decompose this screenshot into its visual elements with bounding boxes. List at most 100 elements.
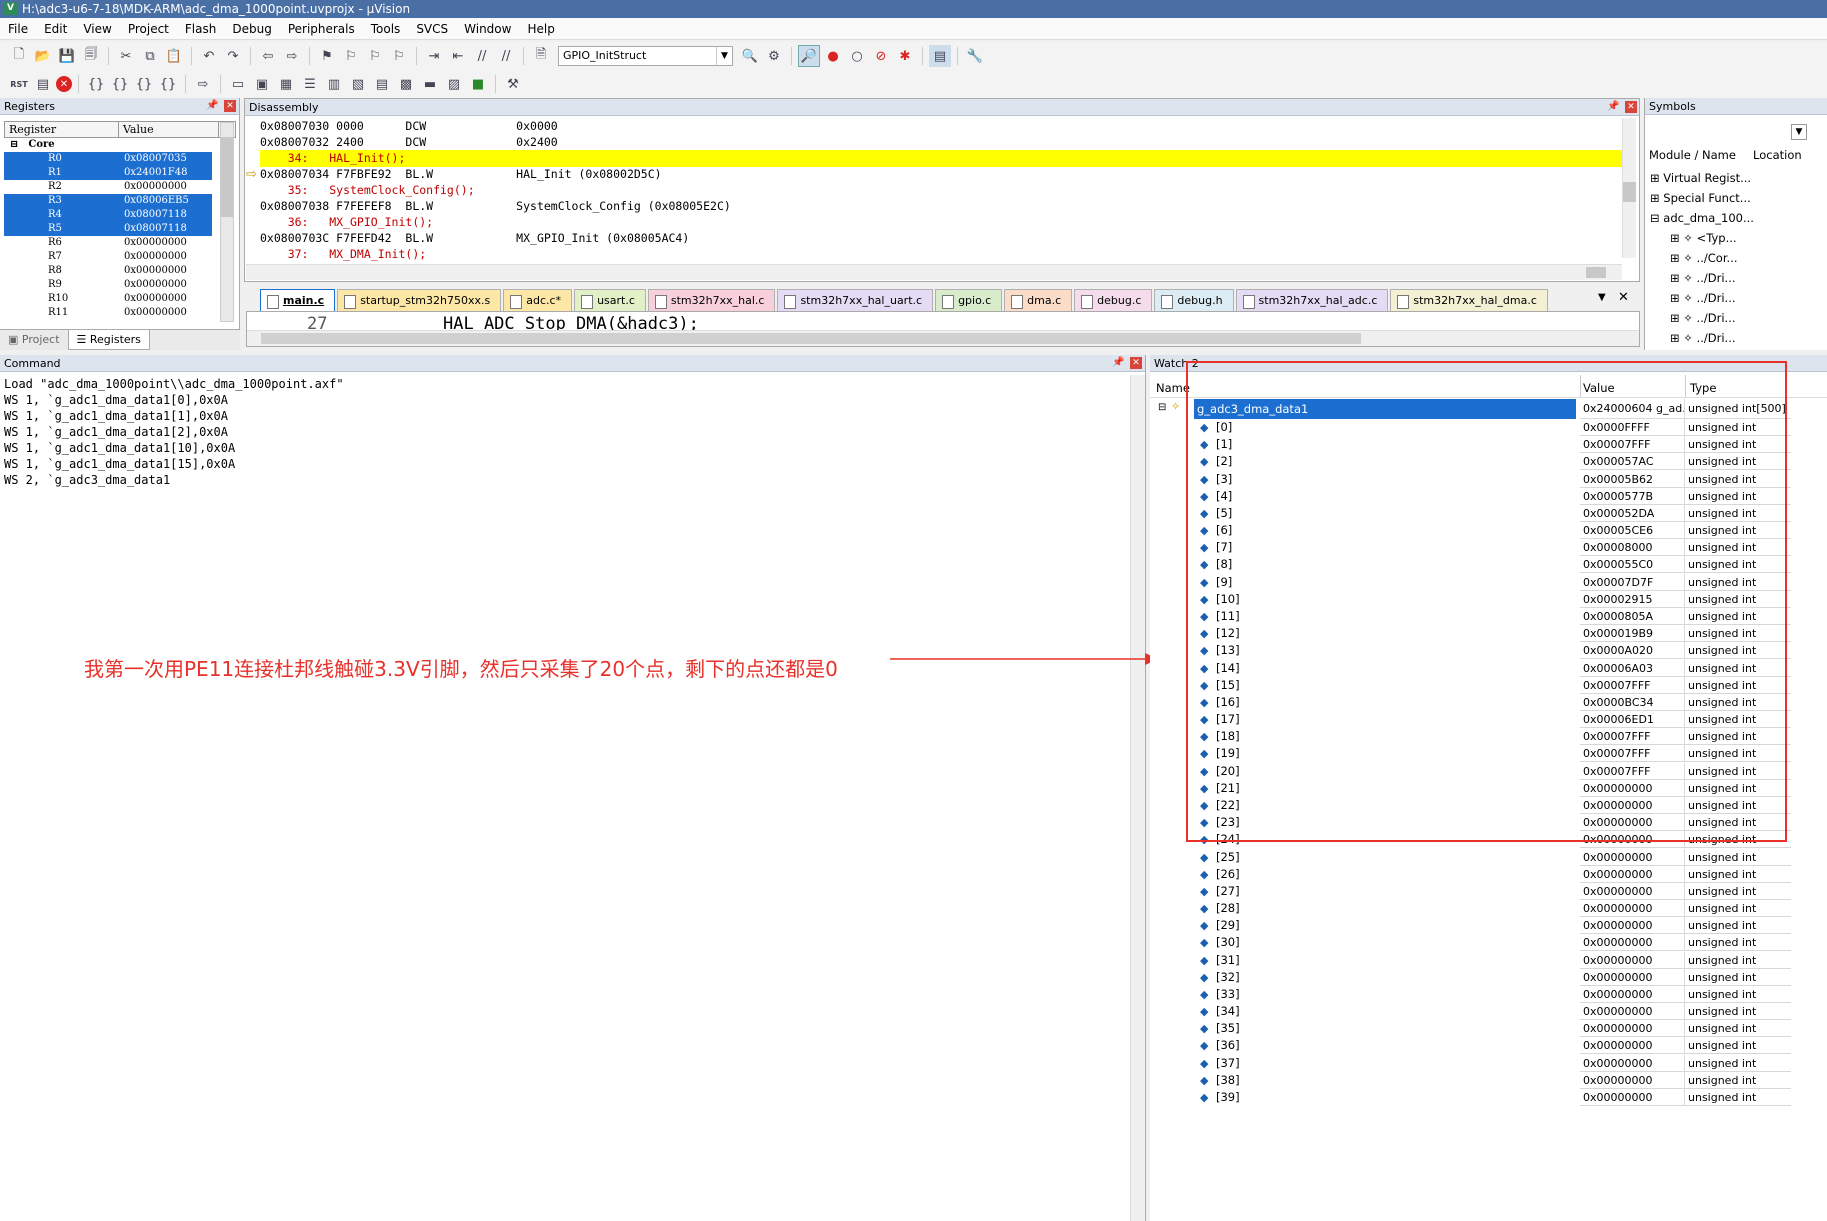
element-value[interactable]: 0x00000000 bbox=[1580, 796, 1685, 814]
watch-array-element[interactable]: ◆ [25] 0x00000000 unsigned int bbox=[1150, 848, 1791, 866]
step-over-icon[interactable]: {} bbox=[109, 73, 131, 95]
stop-icon[interactable]: ✕ bbox=[56, 76, 72, 92]
watch-array-element[interactable]: ◆ [36] 0x00000000 unsigned int bbox=[1150, 1037, 1791, 1055]
watch-window-icon[interactable]: ▧ bbox=[347, 73, 369, 95]
undo-icon[interactable]: ↶ bbox=[198, 45, 220, 67]
watch-array-element[interactable]: ◆ [6] 0x00005CE6 unsigned int bbox=[1150, 522, 1791, 540]
element-value[interactable]: 0x0000805A bbox=[1580, 607, 1685, 625]
watch-array-element[interactable]: ◆ [38] 0x00000000 unsigned int bbox=[1150, 1071, 1791, 1089]
uncomment-icon[interactable]: // bbox=[495, 45, 517, 67]
copy-icon[interactable]: ⧉ bbox=[139, 45, 161, 67]
watch-array-element[interactable]: ◆ [26] 0x00000000 unsigned int bbox=[1150, 865, 1791, 883]
register-row-r11[interactable]: R11 0x00000000 bbox=[4, 306, 236, 320]
menu-tools[interactable]: Tools bbox=[363, 22, 409, 36]
menu-project[interactable]: Project bbox=[120, 22, 177, 36]
menu-debug[interactable]: Debug bbox=[224, 22, 279, 36]
insert-breakpoint-icon[interactable]: ● bbox=[822, 45, 844, 67]
indent-icon[interactable]: ⇥ bbox=[423, 45, 445, 67]
find-combo[interactable]: GPIO_InitStruct ▼ bbox=[558, 46, 733, 66]
menu-window[interactable]: Window bbox=[456, 22, 519, 36]
symbols-window-icon[interactable]: ▦ bbox=[275, 73, 297, 95]
watch-array-element[interactable]: ◆ [7] 0x00008000 unsigned int bbox=[1150, 539, 1791, 557]
close-icon[interactable]: ✕ bbox=[1130, 357, 1142, 369]
element-value[interactable]: 0x00000000 bbox=[1580, 951, 1685, 969]
register-value[interactable]: 0x08007035 bbox=[118, 152, 212, 166]
element-value[interactable]: 0x00000000 bbox=[1580, 831, 1685, 849]
register-row-r6[interactable]: R6 0x00000000 bbox=[4, 236, 236, 250]
save-all-icon[interactable]: 🗐 bbox=[80, 45, 102, 67]
disassembly-vscrollbar[interactable] bbox=[1622, 118, 1636, 258]
register-value[interactable]: 0x00000000 bbox=[118, 264, 212, 278]
collapse-icon[interactable]: ⊟ bbox=[1158, 402, 1166, 413]
watch-array-element[interactable]: ◆ [27] 0x00000000 unsigned int bbox=[1150, 882, 1791, 900]
watch-array-element[interactable]: ◆ [19] 0x00007FFF unsigned int bbox=[1150, 745, 1791, 763]
scrollbar-thumb[interactable] bbox=[1623, 182, 1636, 202]
incremental-find-icon[interactable]: 🔍 bbox=[739, 45, 761, 67]
element-value[interactable]: 0x00007D7F bbox=[1580, 573, 1685, 591]
location-column-header[interactable]: Location bbox=[1753, 148, 1802, 162]
register-value[interactable]: 0x08007118 bbox=[118, 222, 212, 236]
register-row-r8[interactable]: R8 0x00000000 bbox=[4, 264, 236, 278]
start-debug-icon[interactable]: 🔎 bbox=[798, 45, 820, 67]
navigate-back-icon[interactable]: ⇦ bbox=[257, 45, 279, 67]
scrollbar-thumb[interactable] bbox=[261, 333, 1361, 344]
register-value[interactable]: 0x00000000 bbox=[118, 306, 212, 320]
register-row-r3[interactable]: R3 0x08006EB5 bbox=[4, 194, 236, 208]
tab-dma-c[interactable]: dma.c bbox=[1004, 289, 1073, 311]
watch-array-element[interactable]: ◆ [15] 0x00007FFF unsigned int bbox=[1150, 676, 1791, 694]
disassembly-source-line[interactable]: 35: SystemClock_Config(); bbox=[260, 182, 1620, 198]
symbol-row[interactable]: ⊞ ✧ ../Dri... bbox=[1670, 308, 1736, 328]
registers-window-icon[interactable]: ☰ bbox=[299, 73, 321, 95]
element-value[interactable]: 0x00000000 bbox=[1580, 1037, 1685, 1055]
configure-icon[interactable]: 🔧 bbox=[964, 45, 986, 67]
analysis-window-icon[interactable]: ▬ bbox=[419, 73, 441, 95]
register-row-r1[interactable]: R1 0x24001F48 bbox=[4, 166, 236, 180]
next-bookmark-icon[interactable]: ⚐ bbox=[364, 45, 386, 67]
watch-array-element[interactable]: ◆ [9] 0x00007D7F unsigned int bbox=[1150, 573, 1791, 591]
watch-array-element[interactable]: ◆ [10] 0x00002915 unsigned int bbox=[1150, 590, 1791, 608]
close-icon[interactable]: ✕ bbox=[1625, 101, 1637, 113]
trace-window-icon[interactable]: ▨ bbox=[443, 73, 465, 95]
editor-panel[interactable]: 27 HAL_ADC_Stop_DMA(&hadc3); bbox=[246, 311, 1640, 347]
menu-edit[interactable]: Edit bbox=[36, 22, 75, 36]
collapse-icon[interactable]: ⊟ bbox=[4, 138, 18, 152]
watch-array-element[interactable]: ◆ [5] 0x000052DA unsigned int bbox=[1150, 504, 1791, 522]
prev-bookmark-icon[interactable]: ⚐ bbox=[340, 45, 362, 67]
disassembly-line[interactable]: 0x08007038 F7FEFEF8 BL.W SystemClock_Con… bbox=[260, 198, 1620, 214]
register-value[interactable]: 0x00000000 bbox=[118, 236, 212, 250]
watch-array-element[interactable]: ◆ [14] 0x00006A03 unsigned int bbox=[1150, 659, 1791, 677]
watch-array-element[interactable]: ◆ [3] 0x00005B62 unsigned int bbox=[1150, 470, 1791, 488]
chevron-down-icon[interactable]: ▼ bbox=[716, 47, 732, 65]
register-value[interactable]: 0x00000000 bbox=[118, 292, 212, 306]
disassembly-line[interactable]: 0x08007032 2400 DCW 0x2400 bbox=[260, 134, 1620, 150]
value-column-header[interactable]: Value bbox=[119, 122, 219, 137]
element-value[interactable]: 0x00007FFF bbox=[1580, 676, 1685, 694]
tab-debug-c[interactable]: debug.c bbox=[1074, 289, 1153, 311]
element-value[interactable]: 0x000019B9 bbox=[1580, 625, 1685, 643]
element-value[interactable]: 0x00000000 bbox=[1580, 1071, 1685, 1089]
pin-icon[interactable]: 📌 bbox=[206, 100, 218, 111]
clear-bookmarks-icon[interactable]: ⚐ bbox=[388, 45, 410, 67]
symbol-row[interactable]: ⊟ adc_dma_100... bbox=[1650, 208, 1754, 228]
editor-hscrollbar[interactable] bbox=[247, 330, 1639, 346]
disassembly-line[interactable]: 0x08007030 0000 DCW 0x0000 bbox=[260, 118, 1620, 134]
watch-array-element[interactable]: ◆ [4] 0x0000577B unsigned int bbox=[1150, 487, 1791, 505]
watch-array-element[interactable]: ◆ [21] 0x00000000 unsigned int bbox=[1150, 779, 1791, 797]
element-value[interactable]: 0x00000000 bbox=[1580, 779, 1685, 797]
watch-array-element[interactable]: ◆ [32] 0x00000000 unsigned int bbox=[1150, 968, 1791, 986]
step-into-icon[interactable]: {} bbox=[85, 73, 107, 95]
disable-breakpoint-icon[interactable]: ○ bbox=[846, 45, 868, 67]
tab-stm32h7xx-hal-dma-c[interactable]: stm32h7xx_hal_dma.c bbox=[1390, 289, 1548, 311]
element-value[interactable]: 0x000057AC bbox=[1580, 453, 1685, 471]
comment-icon[interactable]: // bbox=[471, 45, 493, 67]
element-value[interactable]: 0x00000000 bbox=[1580, 917, 1685, 935]
element-value[interactable]: 0x00000000 bbox=[1580, 865, 1685, 883]
toolbox-icon[interactable]: ⚒ bbox=[502, 73, 524, 95]
tab-startup-s[interactable]: startup_stm32h750xx.s bbox=[337, 289, 502, 311]
disassembly-window-icon[interactable]: ▣ bbox=[251, 73, 273, 95]
watch-array-element[interactable]: ◆ [2] 0x000057AC unsigned int bbox=[1150, 453, 1791, 471]
unindent-icon[interactable]: ⇤ bbox=[447, 45, 469, 67]
run-icon[interactable]: ▤ bbox=[32, 73, 54, 95]
symbol-row[interactable]: ⊞ ✧ ../Cor... bbox=[1670, 248, 1737, 268]
tab-registers[interactable]: ☰ Registers bbox=[67, 330, 150, 350]
